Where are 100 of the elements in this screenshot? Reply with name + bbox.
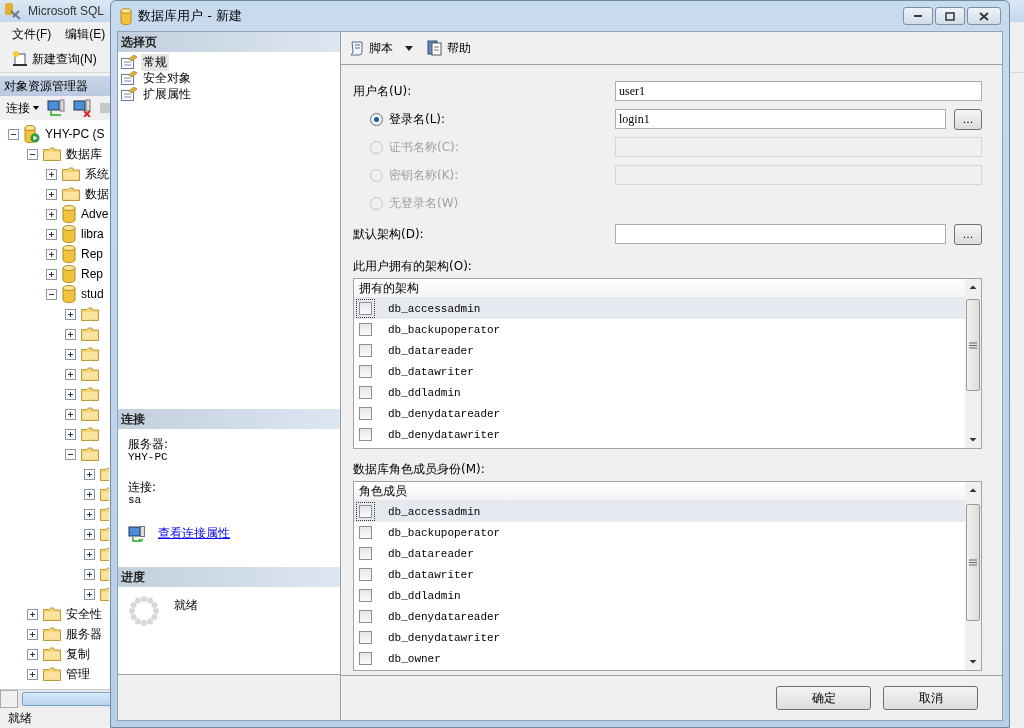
list-row[interactable]: db_datareader [354, 543, 965, 564]
checkbox[interactable] [359, 344, 372, 357]
list-row[interactable]: db_denydatawriter [354, 424, 965, 445]
page-item[interactable]: 安全对象 [141, 69, 193, 87]
new-query-button[interactable]: 新建查询(N) [8, 48, 101, 70]
list-row[interactable]: db_accessadmin [354, 501, 965, 522]
expand-icon[interactable] [84, 508, 95, 520]
page-item[interactable]: 常规 [141, 53, 169, 71]
expand-icon[interactable] [84, 488, 95, 500]
connect-button[interactable]: 连接 [6, 99, 39, 117]
checkbox[interactable] [359, 428, 372, 441]
expand-icon[interactable] [84, 568, 95, 580]
menu-item[interactable]: 编辑(E) [65, 25, 106, 43]
checkbox[interactable] [359, 323, 372, 336]
tree-item[interactable]: 系统 [85, 165, 109, 183]
expand-icon[interactable] [65, 328, 76, 340]
input-field[interactable]: login1 [615, 109, 946, 129]
expand-icon[interactable] [84, 588, 95, 600]
list-row[interactable]: db_denydatareader [354, 403, 965, 424]
maximize-button[interactable] [935, 7, 965, 25]
tree-item[interactable]: stud [81, 287, 104, 301]
checkbox[interactable] [359, 610, 372, 623]
expand-icon[interactable] [46, 168, 57, 180]
expand-icon[interactable] [27, 608, 38, 620]
expand-icon[interactable] [46, 228, 57, 240]
help-button[interactable]: 帮助 [423, 37, 475, 59]
menu-item[interactable]: 文件(F) [12, 25, 52, 43]
expand-icon[interactable] [65, 368, 76, 380]
disconnect-computer-icon[interactable] [73, 99, 91, 117]
stop-icon[interactable] [99, 102, 111, 114]
list-row[interactable]: db_denydatawriter [354, 627, 965, 648]
expand-icon[interactable] [65, 408, 76, 420]
browse-button[interactable]: ... [954, 223, 982, 245]
column-header[interactable]: 角色成员 [354, 482, 965, 501]
expand-icon[interactable] [46, 248, 57, 260]
tree-item[interactable]: 复制 [66, 645, 90, 663]
expand-icon[interactable] [65, 308, 76, 320]
list-row[interactable]: db_owner [354, 648, 965, 669]
minimize-button[interactable] [903, 7, 933, 25]
tree-item[interactable]: 数据 [85, 185, 109, 203]
tree-item[interactable]: 管理 [66, 665, 90, 683]
checkbox[interactable] [359, 386, 372, 399]
ok-button[interactable]: 确定 [776, 686, 871, 710]
expand-icon[interactable] [65, 428, 76, 440]
default-schema-field[interactable] [615, 224, 946, 244]
browse-button[interactable]: ... [954, 108, 982, 130]
cancel-button[interactable]: 取消 [883, 686, 978, 710]
script-button[interactable]: 脚本 [345, 37, 417, 59]
tree-item[interactable]: libra [81, 227, 104, 241]
expand-icon[interactable] [84, 548, 95, 560]
column-header[interactable]: 拥有的架构 [354, 279, 965, 298]
expand-icon[interactable] [46, 208, 57, 220]
collapse-icon[interactable] [65, 448, 76, 460]
connection-label: 连接: [128, 480, 157, 494]
tree-item[interactable]: YHY-PC (S [45, 127, 105, 141]
scrollbar[interactable] [965, 279, 981, 448]
checkbox[interactable] [359, 652, 372, 665]
tree-item[interactable]: Rep [81, 267, 103, 281]
checkbox[interactable] [359, 589, 372, 602]
collapse-icon[interactable] [46, 288, 57, 300]
checkbox[interactable] [359, 526, 372, 539]
expand-icon[interactable] [65, 388, 76, 400]
tree-item[interactable]: Rep [81, 247, 103, 261]
list-row[interactable]: db_datawriter [354, 361, 965, 382]
expand-icon[interactable] [46, 268, 57, 280]
user-name-field[interactable]: user1 [615, 81, 982, 101]
tree-item[interactable]: 数据库 [66, 145, 102, 163]
checkbox[interactable] [359, 547, 372, 560]
expand-icon[interactable] [46, 188, 57, 200]
checkbox[interactable] [359, 302, 372, 315]
tree-item[interactable]: 服务器 [66, 625, 102, 643]
connect-computer-icon[interactable] [47, 99, 65, 117]
list-row[interactable]: db_ddladmin [354, 382, 965, 403]
expand-icon[interactable] [65, 348, 76, 360]
list-row[interactable]: db_backupoperator [354, 522, 965, 543]
list-row[interactable]: db_backupoperator [354, 319, 965, 340]
tree-item[interactable]: 安全性 [66, 605, 102, 623]
checkbox[interactable] [359, 407, 372, 420]
list-row[interactable]: db_datawriter [354, 564, 965, 585]
expand-icon[interactable] [84, 528, 95, 540]
checkbox[interactable] [359, 505, 372, 518]
list-row[interactable]: db_accessadmin [354, 298, 965, 319]
page-item[interactable]: 扩展属性 [141, 85, 193, 103]
collapse-icon[interactable] [8, 128, 19, 140]
collapse-icon[interactable] [27, 148, 38, 160]
tree-item[interactable]: Adve [81, 207, 109, 221]
checkbox[interactable] [359, 568, 372, 581]
checkbox[interactable] [359, 631, 372, 644]
close-button[interactable] [967, 7, 1001, 25]
connection-properties-link[interactable]: 查看连接属性 [158, 525, 230, 542]
expand-icon[interactable] [27, 628, 38, 640]
expand-icon[interactable] [84, 468, 95, 480]
list-row[interactable]: db_datareader [354, 340, 965, 361]
list-row[interactable]: db_ddladmin [354, 585, 965, 606]
scrollbar[interactable] [965, 482, 981, 670]
checkbox[interactable] [359, 365, 372, 378]
list-row[interactable]: db_denydatareader [354, 606, 965, 627]
expand-icon[interactable] [27, 668, 38, 680]
expand-icon[interactable] [27, 648, 38, 660]
radio-button[interactable] [370, 112, 383, 126]
